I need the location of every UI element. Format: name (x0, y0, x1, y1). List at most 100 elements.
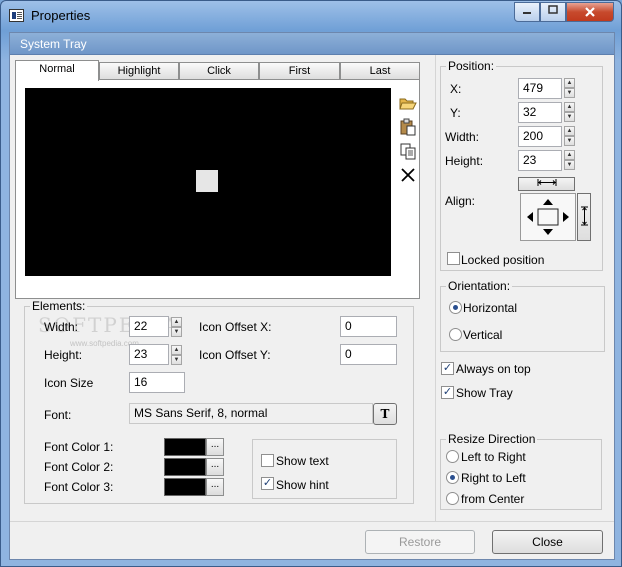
window-title: Properties (31, 8, 91, 23)
minimize-button[interactable] (514, 2, 540, 22)
show-tray-label[interactable]: Show Tray (456, 386, 513, 400)
align-horizontal-center-button[interactable] (518, 177, 575, 191)
delete-button[interactable] (399, 166, 417, 184)
font-label: Font: (44, 408, 72, 422)
font-color-1-picker-button[interactable]: ... (206, 438, 224, 456)
vertical-divider (435, 55, 436, 521)
y-label: Y: (450, 106, 461, 120)
preview-canvas[interactable] (25, 88, 391, 276)
tab-normal[interactable]: Normal (15, 60, 99, 81)
horizontal-divider (10, 521, 614, 522)
font-color-3-swatch[interactable] (164, 478, 206, 496)
app-icon (9, 9, 24, 22)
show-text-label[interactable]: Show text (276, 454, 329, 468)
icon-offset-x-field[interactable]: 0 (340, 316, 397, 337)
font-color-2-swatch[interactable] (164, 458, 206, 476)
delete-icon (401, 168, 415, 182)
dialog-client: System Tray Normal Highlight Click First… (9, 32, 615, 560)
copy-button[interactable] (399, 142, 417, 160)
font-field: MS Sans Serif, 8, normal (129, 403, 373, 424)
x-field[interactable]: 479 (518, 78, 562, 99)
always-on-top-label[interactable]: Always on top (456, 362, 531, 376)
font-color-3-picker-button[interactable]: ... (206, 478, 224, 496)
horizontal-center-icon (537, 179, 556, 186)
vertical-label[interactable]: Vertical (463, 328, 502, 342)
align-pad[interactable] (520, 193, 576, 241)
locked-position-checkbox[interactable] (447, 252, 460, 265)
show-text-checkbox[interactable] (261, 454, 274, 467)
width-spinner[interactable]: ▲ ▼ (171, 317, 182, 337)
from-center-label[interactable]: from Center (461, 492, 524, 506)
resize-direction-legend: Resize Direction (448, 432, 536, 446)
vertical-radio[interactable] (449, 328, 462, 341)
show-hint-checkbox[interactable]: ✓ (261, 477, 274, 490)
paste-icon (400, 118, 416, 136)
align-vertical-center-button[interactable] (577, 193, 591, 241)
tab-last[interactable]: Last (340, 62, 420, 80)
position-width-spinner[interactable]: ▲ ▼ (564, 126, 575, 146)
position-legend: Position: (448, 59, 495, 73)
position-height-label: Height: (445, 154, 484, 168)
horizontal-label[interactable]: Horizontal (463, 301, 517, 315)
section-header: System Tray (10, 33, 614, 55)
section-title: System Tray (20, 37, 87, 51)
close-button[interactable]: Close (492, 530, 603, 554)
height-spinner[interactable]: ▲ ▼ (171, 345, 182, 365)
orientation-legend: Orientation: (448, 279, 511, 293)
icon-size-label: Icon Size (44, 376, 94, 390)
paste-button[interactable] (399, 118, 417, 136)
preview-element[interactable] (196, 170, 218, 192)
close-window-button[interactable] (566, 2, 614, 22)
choose-font-button[interactable]: T (373, 403, 397, 425)
close-icon (585, 7, 595, 17)
font-color-3-label: Font Color 3: (44, 480, 114, 494)
position-width-field[interactable]: 200 (518, 126, 562, 147)
from-center-radio[interactable] (446, 492, 459, 505)
locked-position-label[interactable]: Locked position (461, 253, 544, 267)
position-height-field[interactable]: 23 (518, 150, 562, 171)
width-field[interactable]: 22 (129, 316, 169, 337)
tab-panel (15, 79, 420, 299)
icon-offset-x-label: Icon Offset X: (199, 320, 272, 334)
state-tabs: Normal Highlight Click First Last (15, 60, 420, 81)
tab-highlight[interactable]: Highlight (99, 62, 179, 80)
x-spinner[interactable]: ▲ ▼ (564, 78, 575, 98)
restore-button[interactable]: Restore (365, 530, 475, 554)
align-arrows-icon (527, 199, 569, 235)
icon-offset-y-field[interactable]: 0 (340, 344, 397, 365)
font-color-2-label: Font Color 2: (44, 460, 114, 474)
y-field[interactable]: 32 (518, 102, 562, 123)
font-color-1-swatch[interactable] (164, 438, 206, 456)
position-height-spinner[interactable]: ▲ ▼ (564, 150, 575, 170)
open-button[interactable] (399, 94, 417, 112)
horizontal-radio[interactable] (449, 301, 462, 314)
font-color-2-picker-button[interactable]: ... (206, 458, 224, 476)
vertical-center-icon (580, 206, 588, 226)
x-label: X: (450, 82, 462, 96)
font-color-1-label: Font Color 1: (44, 440, 114, 454)
width-label: Width: (44, 320, 79, 334)
right-to-left-label[interactable]: Right to Left (461, 471, 526, 485)
copy-icon (400, 143, 416, 160)
elements-legend: Elements: (32, 299, 86, 313)
tab-click[interactable]: Click (179, 62, 259, 80)
height-label: Height: (44, 348, 83, 362)
icon-size-field[interactable]: 16 (129, 372, 185, 393)
position-width-label: Width: (445, 130, 480, 144)
maximize-button[interactable] (540, 2, 566, 22)
left-to-right-radio[interactable] (446, 450, 459, 463)
minimize-icon (523, 12, 531, 14)
left-to-right-label[interactable]: Left to Right (461, 450, 526, 464)
properties-window: Properties System Tray Normal Highlight … (0, 0, 622, 567)
title-bar[interactable]: Properties (1, 1, 621, 31)
show-tray-checkbox[interactable]: ✓ (441, 386, 454, 399)
icon-offset-y-label: Icon Offset Y: (199, 348, 271, 362)
height-field[interactable]: 23 (129, 344, 169, 365)
folder-open-icon (399, 98, 417, 110)
show-hint-label[interactable]: Show hint (276, 478, 329, 492)
align-label: Align: (445, 194, 476, 208)
right-to-left-radio[interactable] (446, 471, 459, 484)
tab-first[interactable]: First (259, 62, 340, 80)
always-on-top-checkbox[interactable]: ✓ (441, 362, 454, 375)
y-spinner[interactable]: ▲ ▼ (564, 102, 575, 122)
